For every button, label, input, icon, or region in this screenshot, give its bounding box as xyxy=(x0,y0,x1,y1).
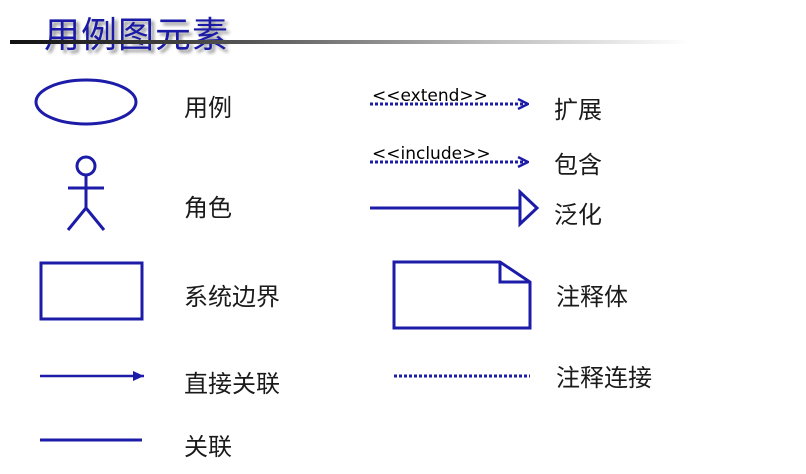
label-association: 关联 xyxy=(184,433,232,461)
label-note: 注释体 xyxy=(556,283,628,311)
stereotype-extend: <<extend>> xyxy=(372,86,488,106)
label-generalization: 泛化 xyxy=(554,201,602,229)
label-use-case: 用例 xyxy=(184,94,232,122)
label-note-connector: 注释连接 xyxy=(556,364,652,392)
rectangle-icon xyxy=(39,261,144,321)
uml-symbols xyxy=(34,78,540,442)
stereotype-include: <<include>> xyxy=(372,144,491,164)
label-actor: 角色 xyxy=(184,194,232,222)
ellipse-icon xyxy=(34,78,138,126)
hollow-triangle-arrow-icon xyxy=(370,188,540,228)
note-icon xyxy=(392,260,532,330)
label-extend: 扩展 xyxy=(554,96,602,124)
label-include: 包含 xyxy=(554,151,602,179)
label-system-boundary: 系统边界 xyxy=(184,283,280,311)
label-directed-association: 直接关联 xyxy=(184,370,280,398)
stick-figure-icon xyxy=(66,155,106,231)
